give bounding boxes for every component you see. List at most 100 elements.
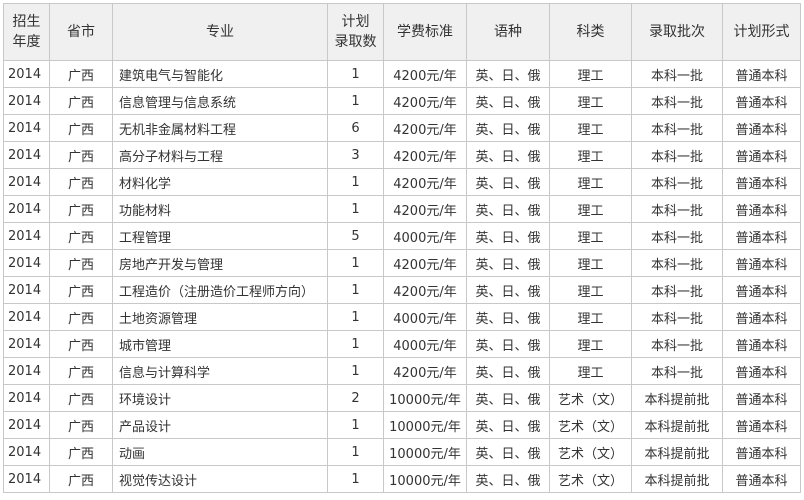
- cell-province: 广西: [49, 276, 113, 304]
- table-row: 2014 广西 土地资源管理 1 4000元/年 英、日、俄 理工 本科一批 普通本科: [3, 303, 801, 331]
- cell-year: 2014: [3, 438, 50, 466]
- table-row: 2014 广西 工程管理 5 4000元/年 英、日、俄 理工 本科一批 普通本科: [3, 222, 801, 250]
- cell-major: 材料化学: [112, 168, 328, 196]
- cell-plan-type: 普通本科: [722, 276, 801, 304]
- cell-language: 英、日、俄: [466, 222, 550, 250]
- cell-province: 广西: [49, 249, 113, 277]
- header-label: 年度: [12, 34, 41, 50]
- cell-category: 艺术（文）: [549, 411, 632, 439]
- table-row: 2014 广西 环境设计 2 10000元/年 英、日、俄 艺术（文） 本科提前批 普通本科: [3, 384, 801, 412]
- table-row: 2014 广西 建筑电气与智能化 1 4200元/年 英、日、俄 理工 本科一批 普通本科: [3, 60, 801, 88]
- cell-category: 理工: [549, 168, 632, 196]
- cell-plan-count: 1: [327, 465, 384, 493]
- cell-category: 理工: [549, 195, 632, 223]
- cell-plan-type: 普通本科: [722, 411, 801, 439]
- table-row: 2014 广西 信息与计算科学 1 4200元/年 英、日、俄 理工 本科一批 普通本科: [3, 357, 801, 385]
- cell-province: 广西: [49, 465, 113, 493]
- header-label: 录取数: [334, 34, 377, 50]
- table-row: 2014 广西 功能材料 1 4200元/年 英、日、俄 理工 本科一批 普通本科: [3, 195, 801, 223]
- cell-plan-count: 1: [327, 60, 384, 88]
- cell-province: 广西: [49, 60, 113, 88]
- header-tuition: 学费标准: [383, 3, 467, 61]
- cell-category: 艺术（文）: [549, 465, 632, 493]
- cell-tuition: 4200元/年: [383, 249, 467, 277]
- cell-year: 2014: [3, 195, 50, 223]
- cell-language: 英、日、俄: [466, 87, 550, 115]
- table-row: 2014 广西 房地产开发与管理 1 4200元/年 英、日、俄 理工 本科一批 普通本科: [3, 249, 801, 277]
- cell-province: 广西: [49, 195, 113, 223]
- cell-plan-count: 2: [327, 384, 384, 412]
- cell-language: 英、日、俄: [466, 249, 550, 277]
- cell-major: 工程造价（注册造价工程师方向）: [112, 276, 328, 304]
- cell-tuition: 10000元/年: [383, 384, 467, 412]
- header-plan-count: 计划 录取数: [327, 3, 384, 61]
- cell-batch: 本科提前批: [631, 384, 723, 412]
- cell-language: 英、日、俄: [466, 438, 550, 466]
- table-row: 2014 广西 高分子材料与工程 3 4200元/年 英、日、俄 理工 本科一批 普通本科: [3, 141, 801, 169]
- header-batch: 录取批次: [631, 3, 723, 61]
- cell-province: 广西: [49, 114, 113, 142]
- cell-major: 产品设计: [112, 411, 328, 439]
- cell-tuition: 4000元/年: [383, 303, 467, 331]
- header-label: 学费标准: [397, 24, 453, 40]
- cell-tuition: 4200元/年: [383, 195, 467, 223]
- cell-category: 理工: [549, 303, 632, 331]
- cell-plan-count: 1: [327, 411, 384, 439]
- cell-province: 广西: [49, 168, 113, 196]
- header-province: 省市: [49, 3, 113, 61]
- cell-batch: 本科一批: [631, 60, 723, 88]
- cell-plan-count: 3: [327, 141, 384, 169]
- table-row: 2014 广西 产品设计 1 10000元/年 英、日、俄 艺术（文） 本科提前批 普通本科: [3, 411, 801, 439]
- cell-language: 英、日、俄: [466, 195, 550, 223]
- header-label: 招生: [12, 14, 41, 30]
- cell-plan-type: 普通本科: [722, 249, 801, 277]
- cell-plan-type: 普通本科: [722, 465, 801, 493]
- cell-category: 理工: [549, 114, 632, 142]
- cell-batch: 本科一批: [631, 330, 723, 358]
- admission-plan-table: 招生 年度 省市 专业 计划 录取数 学费标准 语种 科类 录取批次 计划形式 2014 广西 建筑电气…: [3, 3, 801, 493]
- cell-language: 英、日、俄: [466, 357, 550, 385]
- cell-tuition: 4200元/年: [383, 87, 467, 115]
- header-major: 专业: [112, 3, 328, 61]
- cell-batch: 本科一批: [631, 357, 723, 385]
- cell-language: 英、日、俄: [466, 411, 550, 439]
- table-row: 2014 广西 城市管理 1 4000元/年 英、日、俄 理工 本科一批 普通本科: [3, 330, 801, 358]
- cell-language: 英、日、俄: [466, 384, 550, 412]
- cell-batch: 本科提前批: [631, 411, 723, 439]
- cell-batch: 本科一批: [631, 141, 723, 169]
- cell-province: 广西: [49, 384, 113, 412]
- cell-major: 信息与计算科学: [112, 357, 328, 385]
- cell-major: 土地资源管理: [112, 303, 328, 331]
- table-header: 招生 年度 省市 专业 计划 录取数 学费标准 语种 科类 录取批次 计划形式: [3, 3, 801, 61]
- cell-plan-type: 普通本科: [722, 87, 801, 115]
- cell-tuition: 10000元/年: [383, 411, 467, 439]
- cell-plan-count: 1: [327, 330, 384, 358]
- cell-category: 理工: [549, 330, 632, 358]
- cell-major: 环境设计: [112, 384, 328, 412]
- cell-major: 房地产开发与管理: [112, 249, 328, 277]
- cell-category: 理工: [549, 249, 632, 277]
- cell-batch: 本科提前批: [631, 438, 723, 466]
- cell-year: 2014: [3, 141, 50, 169]
- cell-tuition: 4200元/年: [383, 141, 467, 169]
- cell-year: 2014: [3, 114, 50, 142]
- cell-plan-type: 普通本科: [722, 195, 801, 223]
- header-label: 语种: [494, 24, 522, 40]
- cell-major: 工程管理: [112, 222, 328, 250]
- header-label: 录取批次: [649, 24, 705, 40]
- table-row: 2014 广西 无机非金属材料工程 6 4200元/年 英、日、俄 理工 本科一批 普通本科: [3, 114, 801, 142]
- cell-language: 英、日、俄: [466, 168, 550, 196]
- cell-year: 2014: [3, 357, 50, 385]
- cell-plan-count: 1: [327, 276, 384, 304]
- cell-year: 2014: [3, 222, 50, 250]
- cell-plan-count: 1: [327, 168, 384, 196]
- cell-category: 理工: [549, 60, 632, 88]
- cell-year: 2014: [3, 411, 50, 439]
- cell-plan-type: 普通本科: [722, 303, 801, 331]
- cell-province: 广西: [49, 330, 113, 358]
- cell-category: 理工: [549, 222, 632, 250]
- cell-category: 理工: [549, 276, 632, 304]
- cell-year: 2014: [3, 384, 50, 412]
- cell-batch: 本科提前批: [631, 465, 723, 493]
- cell-batch: 本科一批: [631, 87, 723, 115]
